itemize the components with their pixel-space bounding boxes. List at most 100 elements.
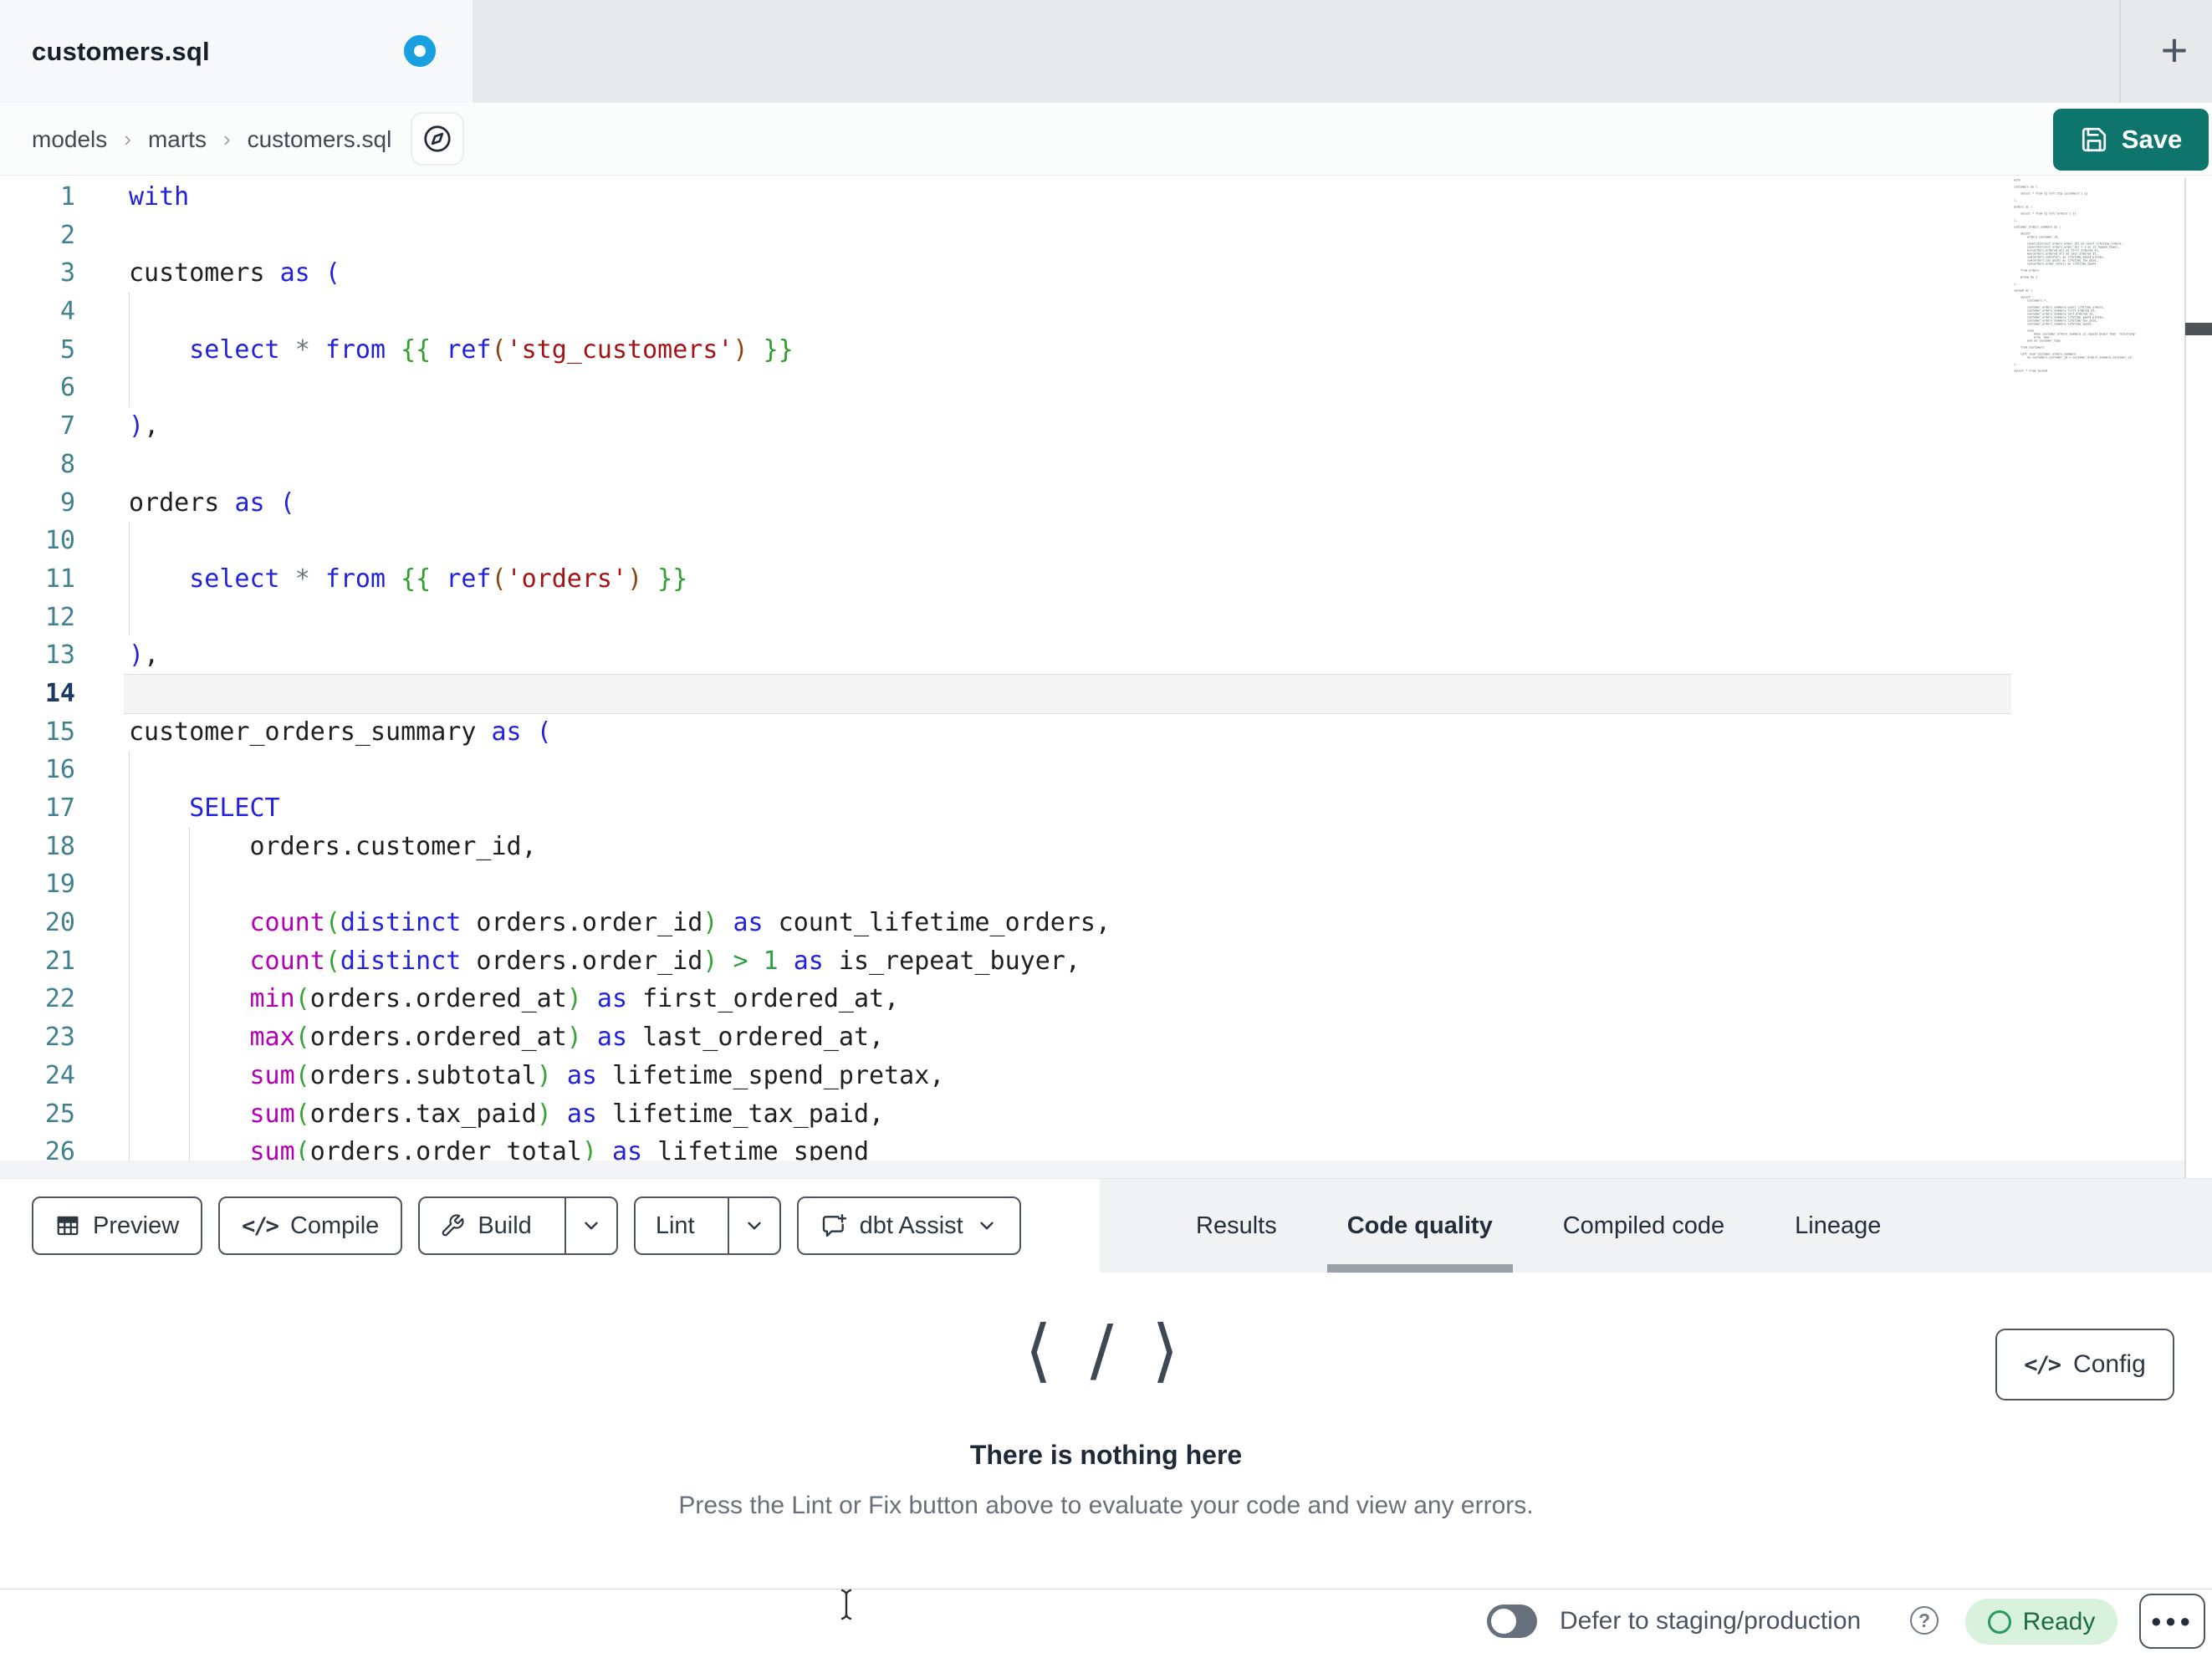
code-line-2[interactable]: 2 [0,217,2212,255]
build-dropdown-button[interactable] [564,1198,616,1253]
code-line-text: with [129,182,190,212]
file-tab-customers-sql[interactable]: customers.sql [0,0,473,103]
dbt-assist-button-label: dbt Assist [859,1212,963,1239]
line-number: 1 [59,182,75,212]
code-line-22[interactable]: 22 min(orders.ordered_at) as first_order… [0,980,2212,1019]
code-line-text: orders as ( [129,487,295,518]
code-line-10[interactable]: 10 [0,522,2212,560]
line-number: 11 [44,564,75,594]
empty-state-subtitle: Press the Lint or Fix button above to ev… [678,1492,1534,1519]
code-line-14[interactable]: 14 [0,673,2212,714]
code-line-text: customer_orders_summary as ( [129,717,552,747]
indent-guide [129,865,130,905]
build-button-main[interactable]: Build [420,1198,552,1253]
compile-button-label: Compile [289,1212,380,1239]
code-line-1[interactable]: 1 with [0,178,2212,217]
config-button[interactable]: </> Config [1995,1329,2174,1400]
code-icon: </> [242,1212,279,1239]
defer-toggle[interactable] [1487,1605,1537,1638]
config-button-label: Config [2073,1350,2146,1378]
line-number: 16 [44,755,75,785]
code-line-3[interactable]: 3 customers as ( [0,254,2212,293]
preview-button[interactable]: Preview [32,1196,203,1255]
code-line-17[interactable]: 17 SELECT [0,789,2212,828]
new-tab-button[interactable]: + [2138,13,2211,87]
code-line-text: sum(orders.subtotal) as lifetime_spend_p… [249,1060,945,1090]
indent-guide [129,293,130,331]
ready-status-label: Ready [2022,1607,2096,1635]
line-number: 6 [59,373,75,403]
code-line-24[interactable]: 24 sum(orders.subtotal) as lifetime_spen… [0,1056,2212,1095]
preview-button-label: Preview [93,1212,180,1239]
line-number: 19 [44,870,75,900]
pane-resize-handle[interactable] [2185,323,2212,335]
save-button-label: Save [2121,125,2183,154]
indent-guide [129,522,130,560]
line-number: 4 [59,297,75,327]
code-line-23[interactable]: 23 max(orders.ordered_at) as last_ordere… [0,1018,2212,1057]
tab-code-quality[interactable]: Code quality [1326,1179,1513,1273]
tab-compiled-code[interactable]: Compiled code [1543,1179,1745,1273]
code-line-7[interactable]: 7), [0,407,2212,446]
help-icon[interactable]: ? [1910,1606,1939,1635]
code-line-8[interactable]: 8 [0,446,2212,484]
breadcrumb-models[interactable]: models [32,126,107,153]
navigate-button[interactable] [411,112,464,166]
code-line-19[interactable]: 19 [0,865,2212,905]
code-icon: </> [2024,1351,2061,1378]
code-quality-panel: ⟨ / ⟩ There is nothing here Press the Li… [0,1273,2212,1589]
lint-button-main[interactable]: Lint [636,1198,715,1253]
line-number: 12 [44,602,75,632]
code-line-9[interactable]: 9 orders as ( [0,484,2212,523]
breadcrumb-marts[interactable]: marts [148,126,207,153]
code-line-5[interactable]: 5 select * from {{ ref('stg_customers') … [0,330,2212,370]
build-button: Build [418,1196,618,1255]
code-line-text: ), [129,640,160,671]
status-circle-icon [1987,1610,2011,1634]
code-line-13[interactable]: 13), [0,636,2212,675]
code-line-text: ), [129,411,160,441]
code-editor[interactable]: 1 with 2 3 customers as (4 5 select * from {{… [0,176,2212,1178]
code-line-11[interactable]: 11 select * from {{ ref('orders') }} [0,559,2212,599]
tab-lineage[interactable]: Lineage [1775,1179,1901,1273]
line-number: 5 [59,334,75,365]
save-button[interactable]: Save [2053,109,2209,171]
code-line-text: select * from {{ ref('orders') }} [189,564,688,594]
code-line-16[interactable]: 16 [0,751,2212,789]
tab-bar-divider [2119,0,2121,103]
breadcrumb-separator-icon: › [124,126,131,151]
code-line-21[interactable]: 21 count(distinct orders.order_id) > 1 a… [0,941,2212,981]
code-line-text: count(distinct orders.order_id) as count… [249,908,1111,938]
chevron-down-icon [743,1215,765,1237]
code-line-18[interactable]: 18 orders.customer_id, [0,827,2212,866]
build-button-label: Build [478,1212,532,1239]
text-cursor-icon [839,1588,854,1621]
code-line-15[interactable]: 15 customer_orders_summary as ( [0,713,2212,752]
ready-status-badge: Ready [1965,1599,2117,1645]
line-number: 2 [59,220,75,250]
code-line-12[interactable]: 12 [0,598,2212,637]
code-line-4[interactable]: 4 [0,293,2212,331]
table-icon [55,1213,80,1238]
line-number: 10 [44,526,75,556]
more-options-button[interactable]: ●●● [2139,1594,2205,1649]
tab-results[interactable]: Results [1176,1179,1297,1273]
compile-button[interactable]: </> Compile [218,1196,403,1255]
horizontal-scrollbar[interactable] [0,1161,2184,1178]
file-tab-label: customers.sql [32,36,210,66]
code-line-6[interactable]: 6 [0,369,2212,408]
minimap[interactable]: with customers as ( select * from {{ ref… [2014,179,2136,373]
breadcrumb-separator-icon: › [222,126,231,151]
line-number: 8 [59,449,75,479]
code-line-text: SELECT [189,793,280,823]
code-line-text: orders.customer_id, [129,831,537,861]
lint-dropdown-button[interactable] [727,1198,779,1253]
code-empty-icon: ⟨ / ⟩ [1024,1311,1188,1390]
code-line-20[interactable]: 20 count(distinct orders.order_id) as co… [0,904,2212,942]
code-line-25[interactable]: 25 sum(orders.tax_paid) as lifetime_tax_… [0,1094,2212,1134]
lint-button-label: Lint [655,1212,695,1239]
line-number: 24 [44,1060,75,1090]
dbt-assist-button[interactable]: dbt Assist [796,1196,1021,1255]
code-line-text: select * from {{ ref('stg_customers') }} [189,334,794,365]
line-number: 20 [44,908,75,938]
